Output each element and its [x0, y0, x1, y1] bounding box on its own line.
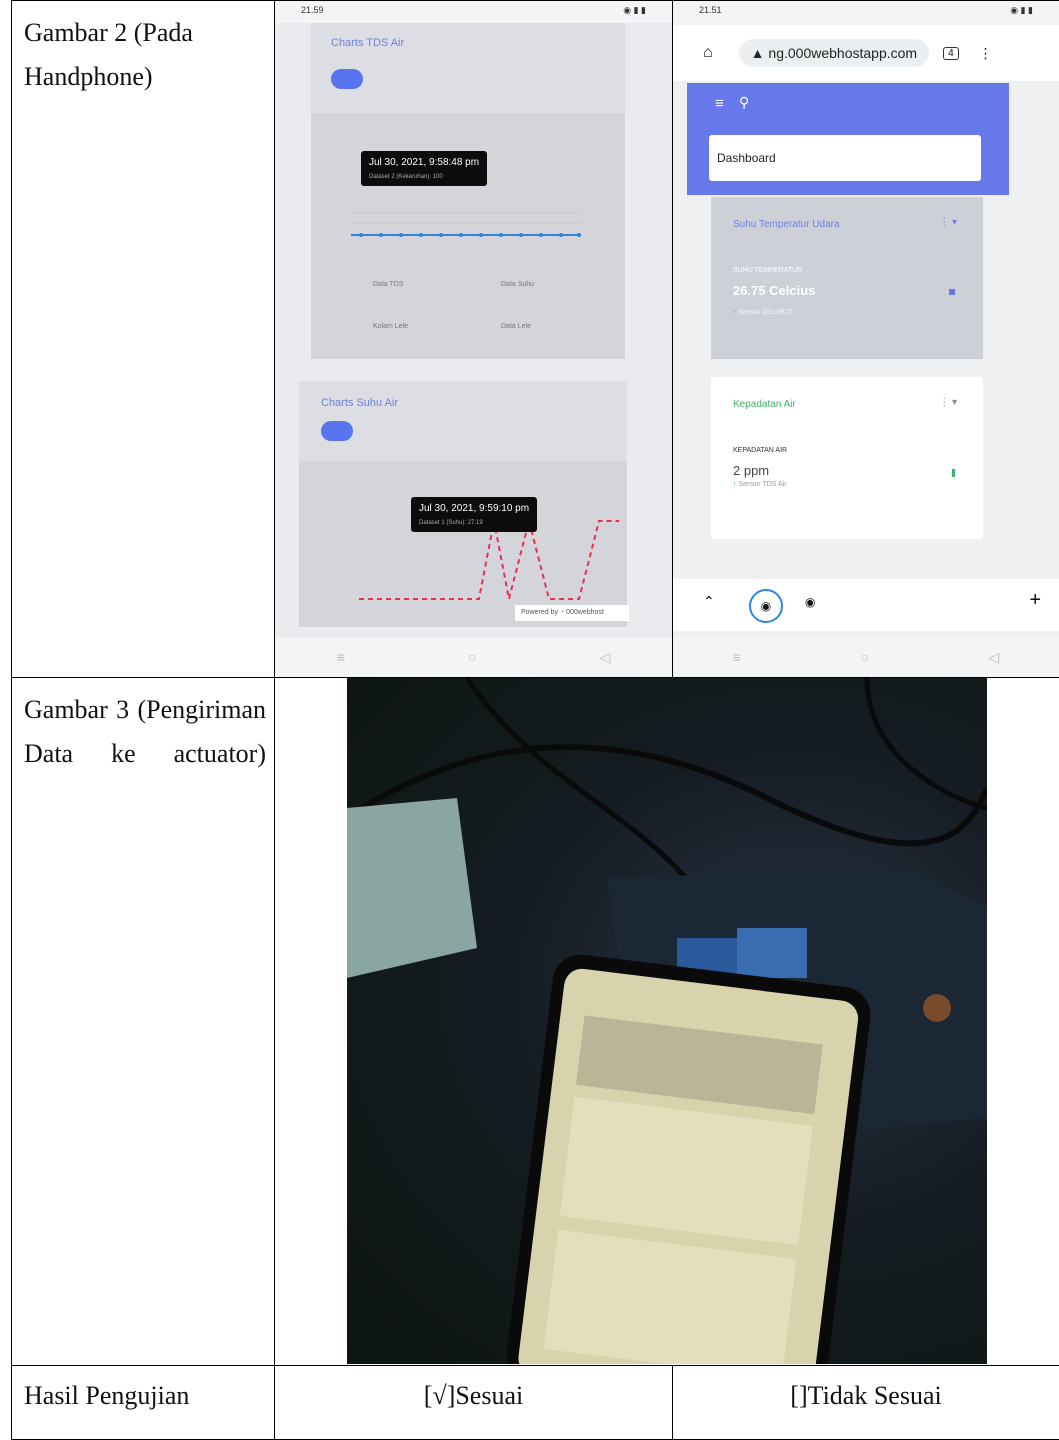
row-hasil-pengujian: Hasil Pengujian [√]Sesuai []Tidak Sesuai	[12, 1366, 1059, 1440]
tab-count-icon[interactable]: 4	[943, 47, 959, 60]
tab-thumbnail-icon[interactable]: ◉	[805, 595, 815, 609]
card-label: SUHU TEMPERATUR	[733, 267, 802, 274]
button-data-suhu[interactable]: Data Suhu	[501, 281, 534, 288]
stat-icon	[949, 289, 955, 295]
home-nav-icon[interactable]: ○	[468, 649, 476, 665]
back-nav-icon[interactable]: ◁	[988, 649, 999, 666]
card-title: Kepadatan Air	[733, 399, 796, 410]
tooltip-date: Jul 30, 2021, 9:59:10 pm	[419, 503, 529, 514]
button-kolam-lele[interactable]: Kolam Lele	[373, 323, 408, 330]
sesuai-cell: [√]Sesuai	[275, 1366, 673, 1440]
toggle-switch[interactable]	[331, 69, 363, 89]
status-icons: ◉ ▮ ▮	[623, 5, 646, 19]
test-result-table: Gambar 2 (Pada Handphone) 21.59 ◉ ▮ ▮ Ch…	[11, 0, 1059, 1440]
phone-left-cell: 21.59 ◉ ▮ ▮ Charts TDS Air	[275, 1, 673, 678]
search-icon[interactable]: ⚲	[739, 94, 749, 111]
phone-right-screenshot: 21.51 ◉ ▮ ▮ ⌂ ▲ ng.000webhostapp.com 4 ⋮…	[673, 1, 1059, 677]
home-icon[interactable]: ⌂	[703, 44, 713, 62]
tooltip-dataset: Dataset 1 (Suhu): 27.19	[419, 520, 529, 526]
photo-cell	[275, 678, 1059, 1366]
powered-by-badge[interactable]: Powered by ◔ 000webhost	[515, 605, 629, 621]
card-label: KEPADATAN AIR	[733, 447, 787, 454]
actuator-photo	[347, 678, 987, 1364]
card-suhu-udara: Suhu Temperatur Udara ⋮ ▾ SUHU TEMPERATU…	[711, 197, 983, 359]
stat-icon	[952, 469, 955, 477]
tooltip-dataset: Dataset 2 (Kekeruhan): 100	[369, 174, 479, 180]
status-bar: 21.59 ◉ ▮ ▮	[275, 1, 672, 23]
chart-area: Jul 30, 2021, 9:58:48 pm Dataset 2 (Keke…	[311, 113, 625, 359]
android-nav-bar: ≡ ○ ◁	[673, 637, 1059, 677]
menu-nav-icon[interactable]: ≡	[733, 649, 741, 665]
url-bar[interactable]: ▲ ng.000webhostapp.com	[739, 39, 929, 67]
warning-icon: ▲	[751, 45, 765, 61]
card-title: Suhu Temperatur Udara	[733, 219, 840, 230]
chart-title: Charts Suhu Air	[321, 397, 398, 409]
arrow-up-icon: ↑	[733, 309, 737, 316]
gambar-2-label: Gambar 2 (Pada Handphone)	[24, 18, 193, 91]
suhu-line-chart	[299, 461, 627, 627]
status-bar: 21.51 ◉ ▮ ▮	[673, 1, 1059, 23]
gambar-3-label: Gambar 3 (Pengiriman Data ke actuator)	[24, 688, 266, 776]
tidak-sesuai-checkbox[interactable]: []Tidak Sesuai	[790, 1381, 941, 1410]
plus-icon[interactable]: +	[1029, 589, 1041, 612]
card-menu-icon[interactable]: ⋮ ▾	[939, 397, 957, 408]
status-icons: ◉ ▮ ▮	[1010, 5, 1033, 19]
row-gambar-3: Gambar 3 (Pengiriman Data ke actuator)	[12, 678, 1059, 1366]
card-sensor-text: Sensor TDS Air	[738, 481, 786, 488]
powered-label: Powered by	[521, 609, 558, 616]
photo-illustration	[347, 678, 987, 1364]
status-time: 21.51	[699, 5, 722, 19]
home-nav-icon[interactable]: ○	[860, 649, 868, 665]
tidak-sesuai-cell: []Tidak Sesuai	[673, 1366, 1059, 1440]
hasil-label: Hasil Pengujian	[24, 1381, 189, 1410]
card-value: 26.75 Celcius	[733, 283, 815, 298]
card-sensor: ↑ Sensor DS18B20	[733, 309, 793, 316]
button-data-tds[interactable]: Data TDS	[373, 281, 404, 288]
chart-tooltip: Jul 30, 2021, 9:58:48 pm Dataset 2 (Keke…	[361, 151, 487, 186]
browser-bar: ⌂ ▲ ng.000webhostapp.com 4 ⋮	[673, 25, 1059, 81]
overflow-menu-icon[interactable]: ⋮	[979, 45, 993, 62]
dashboard-card[interactable]: Dashboard	[709, 135, 981, 181]
hasil-label-cell: Hasil Pengujian	[12, 1366, 275, 1440]
gambar-3-label-cell: Gambar 3 (Pengiriman Data ke actuator)	[12, 678, 275, 1366]
menu-nav-icon[interactable]: ≡	[337, 649, 345, 665]
toggle-switch[interactable]	[321, 421, 353, 441]
chart-area: Jul 30, 2021, 9:59:10 pm Dataset 1 (Suhu…	[299, 461, 627, 627]
android-nav-bar: ≡ ○ ◁	[275, 637, 672, 677]
tab-switcher-bar: ⌃ ◉ ◉ +	[673, 579, 1059, 631]
chart-card-tds: Charts TDS Air	[311, 23, 625, 359]
row-gambar-2: Gambar 2 (Pada Handphone) 21.59 ◉ ▮ ▮ Ch…	[12, 1, 1059, 678]
card-sensor: ↑ Sensor TDS Air	[733, 481, 787, 488]
chevron-up-icon[interactable]: ⌃	[703, 593, 715, 610]
powered-brand: 000webhost	[566, 609, 604, 616]
tab-thumbnail-icon[interactable]: ◉	[749, 589, 783, 623]
back-nav-icon[interactable]: ◁	[600, 649, 611, 666]
chart-tooltip: Jul 30, 2021, 9:59:10 pm Dataset 1 (Suhu…	[411, 497, 537, 532]
arrow-up-icon: ↑	[733, 481, 737, 488]
card-value: 2 ppm	[733, 463, 769, 478]
card-menu-icon[interactable]: ⋮ ▾	[939, 217, 957, 228]
phone-right-cell: 21.51 ◉ ▮ ▮ ⌂ ▲ ng.000webhostapp.com 4 ⋮…	[673, 1, 1059, 678]
dashboard-label: Dashboard	[717, 151, 776, 165]
hamburger-icon[interactable]: ≡	[715, 95, 724, 112]
tooltip-date: Jul 30, 2021, 9:58:48 pm	[369, 157, 479, 168]
url-text: ng.000webhostapp.com	[768, 45, 917, 61]
card-kepadatan-air: Kepadatan Air ⋮ ▾ KEPADATAN AIR 2 ppm ↑ …	[711, 377, 983, 539]
chart-card-suhu: Charts Suhu Air Jul 30, 2021, 9:59:10 pm…	[299, 381, 627, 627]
status-time: 21.59	[301, 5, 324, 19]
phone-left-screenshot: 21.59 ◉ ▮ ▮ Charts TDS Air	[275, 1, 672, 677]
button-data-lele[interactable]: Data Lele	[501, 323, 531, 330]
chart-title: Charts TDS Air	[331, 37, 404, 49]
brand-logo-icon: ◔	[560, 609, 564, 616]
gambar-2-label-cell: Gambar 2 (Pada Handphone)	[12, 1, 275, 678]
sesuai-checkbox[interactable]: [√]Sesuai	[424, 1381, 523, 1410]
card-sensor-text: Sensor DS18B20	[738, 309, 792, 316]
